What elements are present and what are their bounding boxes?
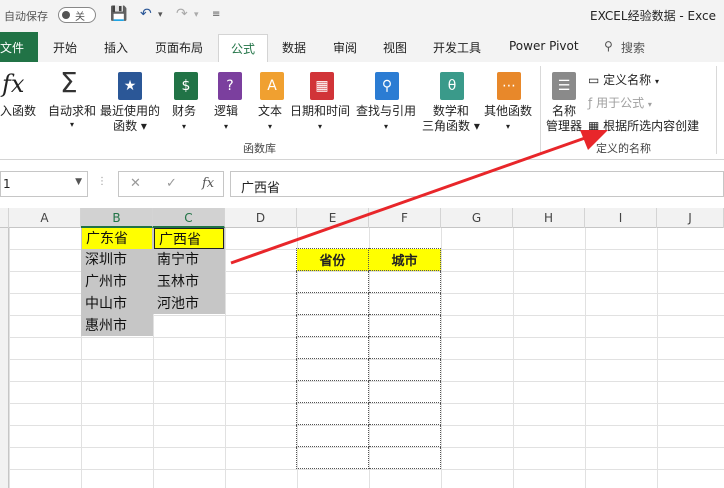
arrow-head [580,130,608,150]
arrow-line [230,136,586,265]
annotation-arrow [230,130,608,265]
